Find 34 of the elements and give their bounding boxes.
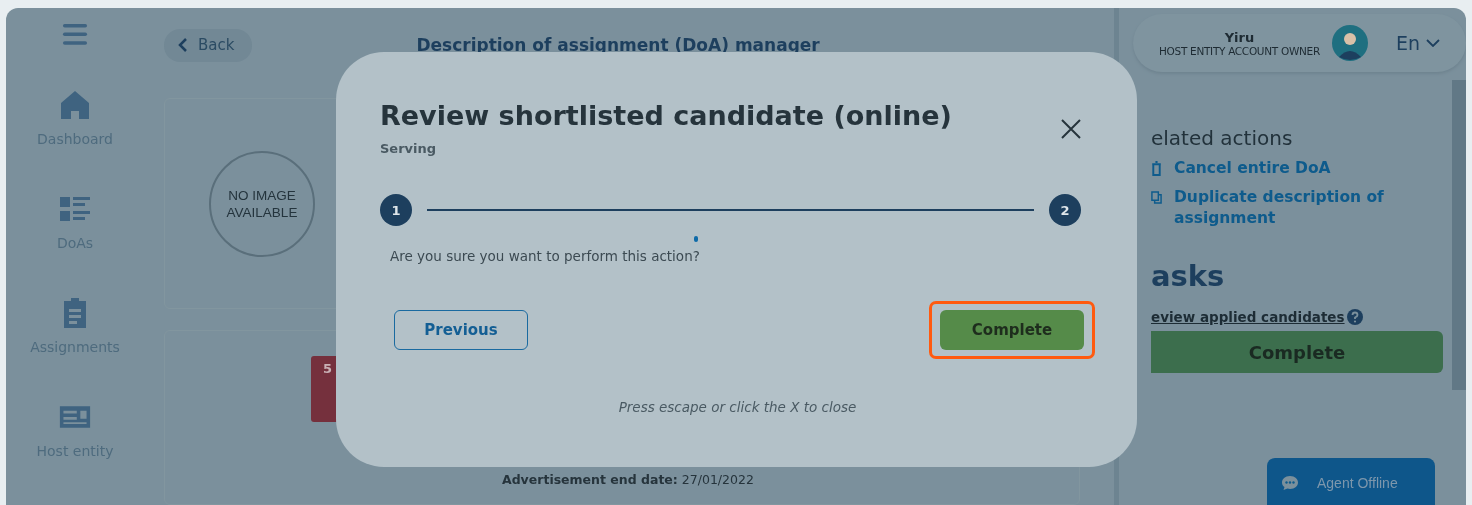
dialog-message: Are you sure you want to perform this action? <box>390 248 701 264</box>
step-number: 1 <box>380 194 412 226</box>
close-icon[interactable] <box>1061 119 1081 139</box>
task-link[interactable]: eview applied candidates <box>1151 309 1345 325</box>
section-title: elated actions <box>1151 126 1294 150</box>
scrollbar[interactable] <box>1452 80 1466 390</box>
trash-icon[interactable] <box>1151 161 1162 176</box>
complete-button[interactable]: Complete <box>1151 331 1443 373</box>
chevron-down-icon[interactable] <box>1425 39 1440 47</box>
advertisement-end-date: Advertisement end date: 27/01/2022 <box>502 472 754 487</box>
avatar-icon[interactable] <box>1331 25 1368 61</box>
complete-button[interactable]: Complete <box>940 310 1084 350</box>
action-link[interactable]: Duplicate description of assignment <box>1174 187 1394 229</box>
dialog-subtitle: Serving <box>380 141 438 156</box>
action-link[interactable]: Cancel entire DoA <box>1174 158 1394 179</box>
language-selector[interactable]: En <box>1395 32 1420 54</box>
previous-button[interactable]: Previous <box>394 310 528 350</box>
step-number: 2 <box>1049 194 1081 226</box>
chat-icon[interactable] <box>1281 475 1299 491</box>
dialog-hint: Press escape or click the X to close <box>618 399 857 415</box>
chat-button[interactable]: Agent Offline <box>1267 458 1435 505</box>
user-role: HOST ENTITY ACCOUNT OWNER <box>1159 44 1320 57</box>
section-title: asks <box>1151 259 1226 293</box>
loading-icon <box>693 236 698 242</box>
page-title: Description of assignment (DoA) manager <box>416 35 820 55</box>
back-button[interactable]: Back <box>164 28 253 62</box>
chevron-left-icon[interactable] <box>178 37 188 53</box>
dialog-title: Review shortlisted candidate (online) <box>380 100 952 131</box>
menu-icon[interactable] <box>61 24 89 45</box>
placeholder-text: NO IMAGE AVAILABLE <box>225 186 299 221</box>
copy-icon[interactable] <box>1151 190 1162 205</box>
home-icon[interactable] <box>59 88 91 121</box>
help-icon[interactable] <box>1346 309 1363 325</box>
user-name: Yiru <box>1224 29 1255 45</box>
